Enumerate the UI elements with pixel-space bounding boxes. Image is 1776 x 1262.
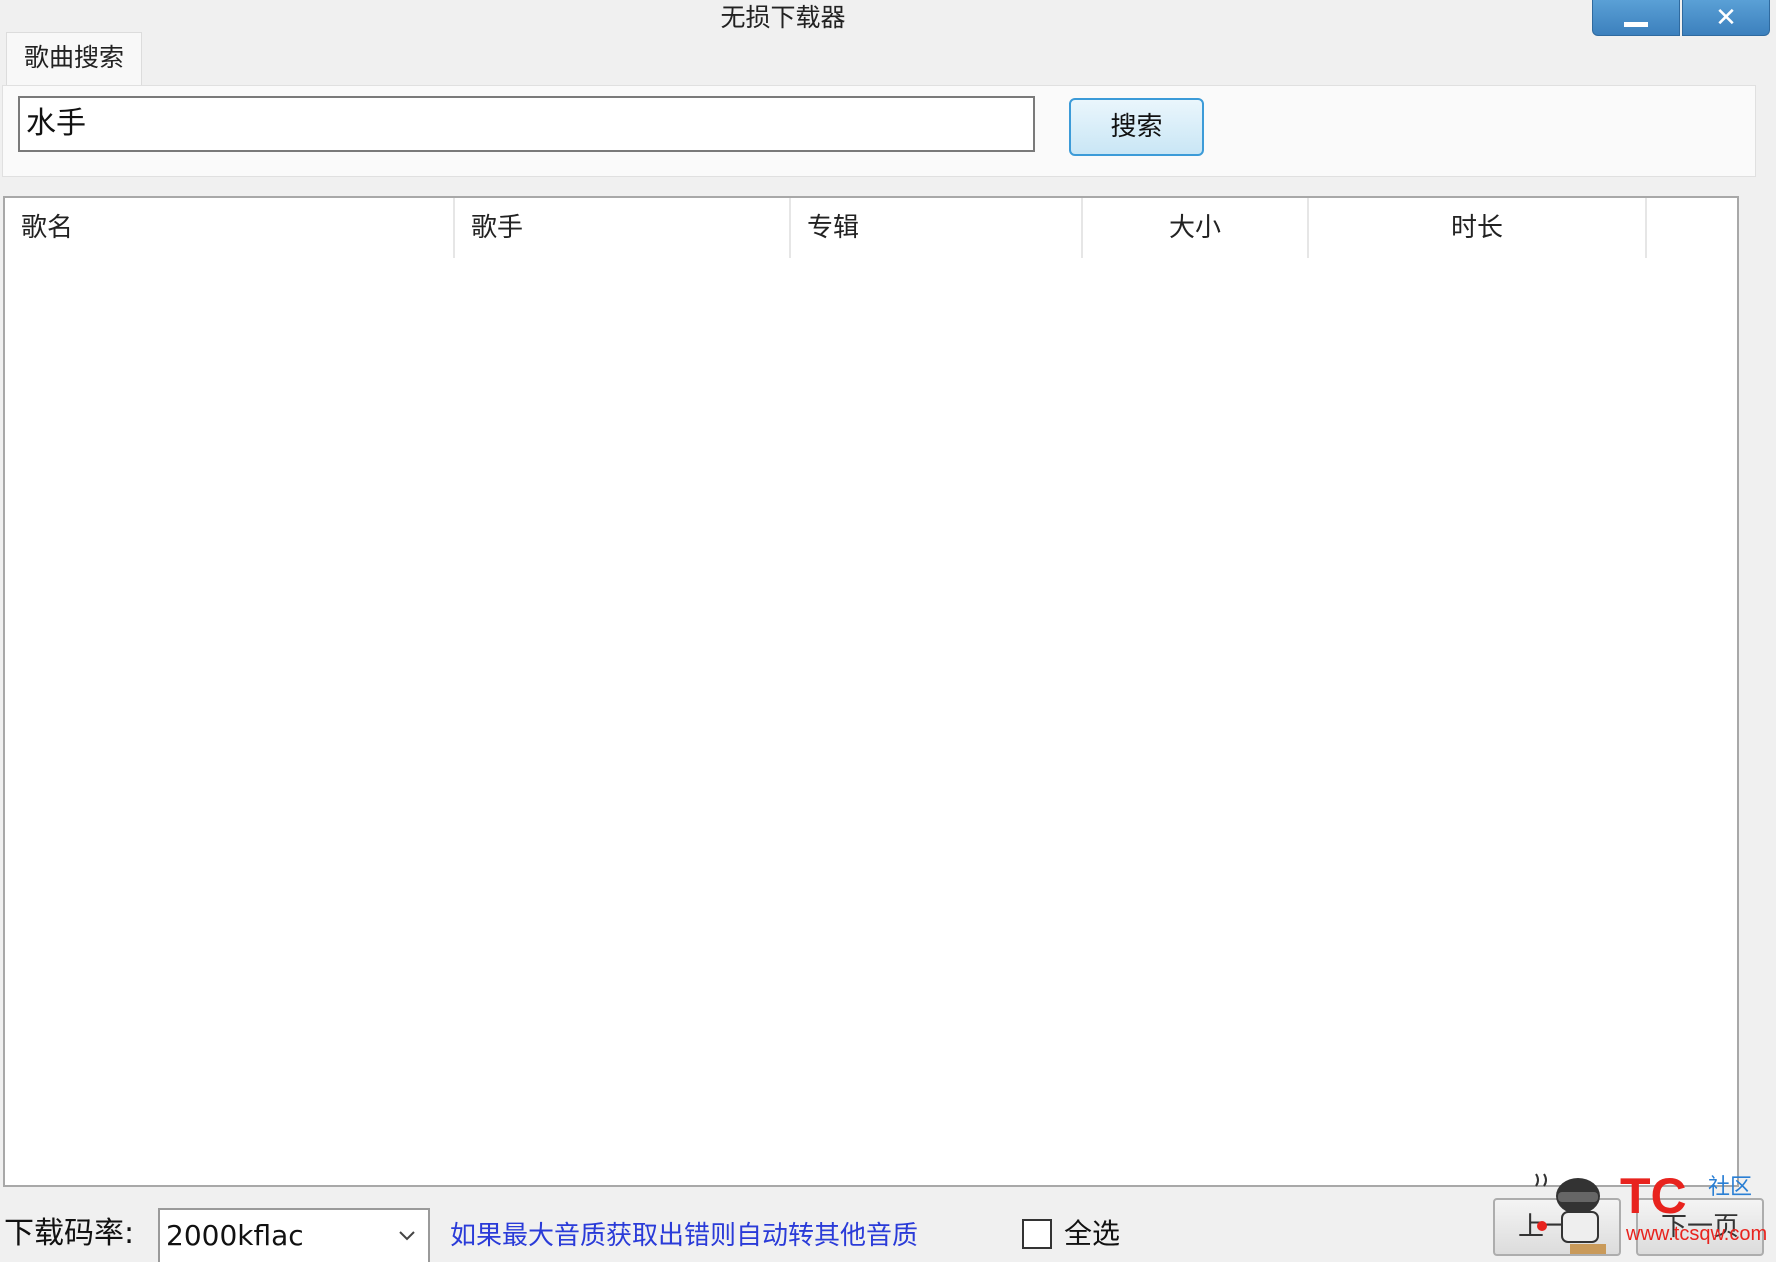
column-header-duration[interactable]: 时长 <box>1309 198 1647 258</box>
column-header-artist[interactable]: 歌手 <box>455 198 791 258</box>
window-title: 无损下载器 <box>720 3 846 32</box>
title-bar: 无损下载器 ✕ <box>0 0 1776 36</box>
watermark-community: 社区 <box>1708 1175 1753 1200</box>
results-list[interactable]: 歌名 歌手 专辑 大小 时长 <box>3 196 1739 1187</box>
tab-song-search[interactable]: 歌曲搜索 <box>6 32 142 86</box>
chevron-down-icon <box>399 1231 415 1241</box>
search-input[interactable]: 水手 <box>18 96 1035 152</box>
column-header-song[interactable]: 歌名 <box>5 198 455 258</box>
quality-hint-text: 如果最大音质获取出错则自动转其他音质 <box>450 1221 919 1251</box>
bitrate-label: 下载码率: <box>4 1216 135 1251</box>
minimize-icon <box>1624 22 1648 27</box>
select-all-label[interactable]: 全选 <box>1064 1210 1120 1258</box>
close-icon: ✕ <box>1715 2 1737 33</box>
column-header-size[interactable]: 大小 <box>1083 198 1309 258</box>
watermark-brand: TC <box>1620 1168 1687 1224</box>
watermark-url: www.tcsqw.com <box>1626 1223 1768 1245</box>
select-all-checkbox[interactable] <box>1022 1219 1052 1249</box>
app-window: 无损下载器 ✕ 歌曲搜索 水手 搜索 歌名 歌手 专辑 大小 时长 下载码率: … <box>0 0 1776 1262</box>
watermark-mascot-icon <box>1535 1173 1606 1254</box>
search-button[interactable]: 搜索 <box>1069 98 1204 156</box>
watermark: TC 社区 www.tcsqw.com <box>1530 1166 1776 1262</box>
list-header: 歌名 歌手 专辑 大小 时长 <box>5 198 1737 258</box>
column-header-album[interactable]: 专辑 <box>791 198 1083 258</box>
close-button[interactable]: ✕ <box>1682 0 1770 36</box>
bitrate-selected-value: 2000kflac <box>166 1219 304 1252</box>
minimize-button[interactable] <box>1592 0 1680 36</box>
bitrate-select[interactable]: 2000kflac <box>158 1208 430 1262</box>
